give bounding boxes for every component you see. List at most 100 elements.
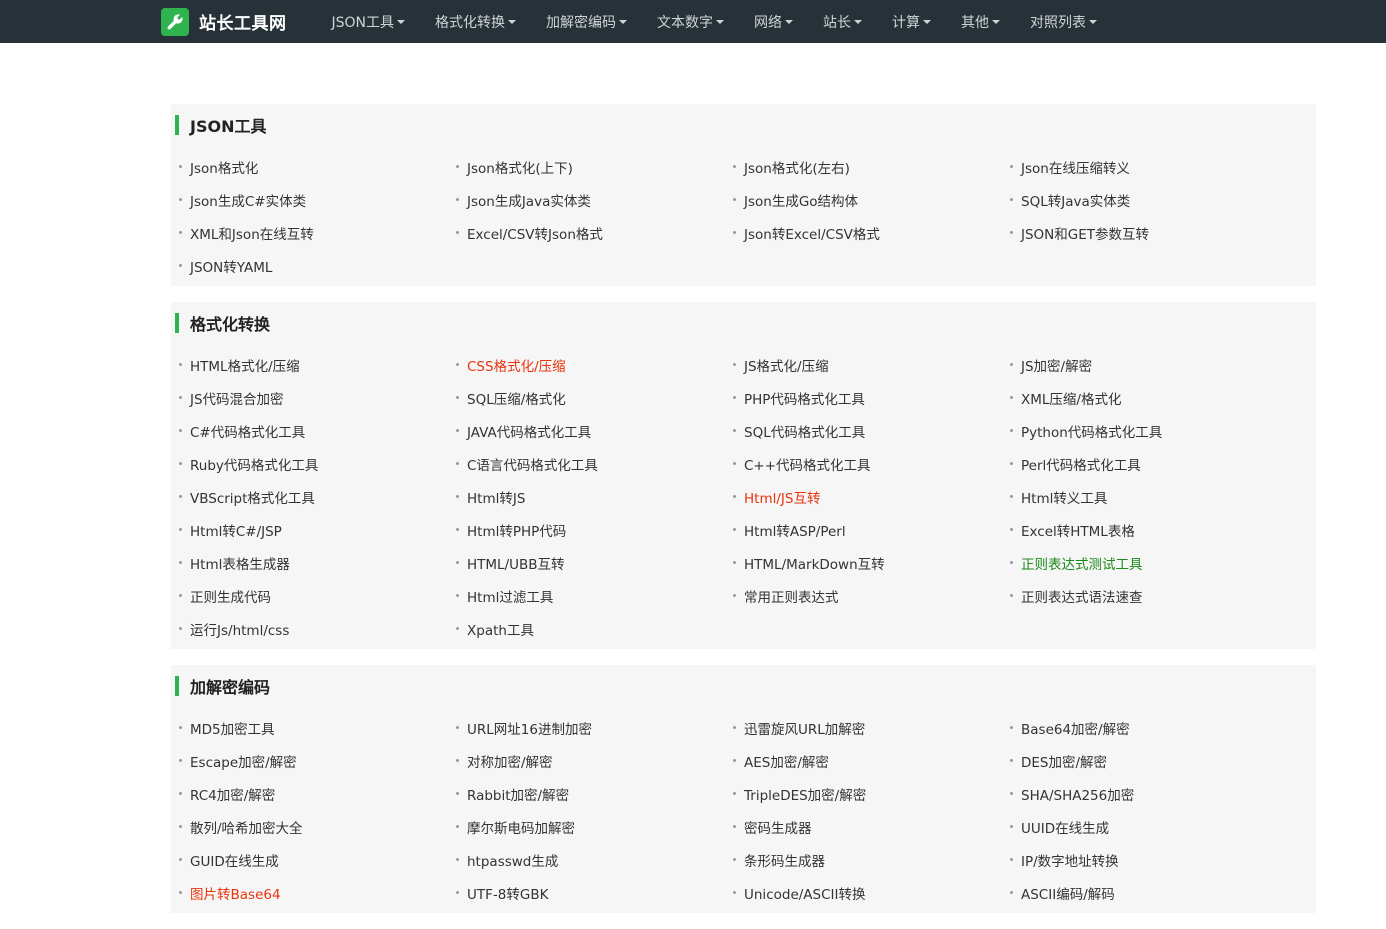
nav-item-5[interactable]: 站长 [808,0,877,43]
tool-link[interactable]: XML压缩/格式化 [1010,381,1287,414]
tool-link[interactable]: CSS格式化/压缩 [456,348,733,381]
tool-link[interactable]: Html过滤工具 [456,579,733,612]
tool-link[interactable]: URL网址16进制加密 [456,711,733,744]
tool-link[interactable]: Json生成C#实体类 [179,183,456,216]
tool-link-label: Python代码格式化工具 [1021,424,1163,441]
tool-link[interactable]: GUID在线生成 [179,843,456,876]
tool-link-label: 常用正则表达式 [744,589,839,606]
nav-item-0[interactable]: JSON工具 [317,0,421,43]
tool-link[interactable]: Html转C#/JSP [179,513,456,546]
tool-link[interactable]: Unicode/ASCII转换 [733,876,1010,909]
tool-link[interactable]: HTML/UBB互转 [456,546,733,579]
tool-link[interactable]: Html/JS互转 [733,480,1010,513]
tool-link[interactable]: SQL代码格式化工具 [733,414,1010,447]
tool-link[interactable]: Excel转HTML表格 [1010,513,1287,546]
tool-link-label: UTF-8转GBK [467,886,549,903]
tool-link[interactable]: Json格式化 [179,150,456,183]
nav-item-label: 其他 [961,14,990,31]
nav-item-3[interactable]: 文本数字 [642,0,739,43]
tool-link[interactable]: VBScript格式化工具 [179,480,456,513]
tool-link[interactable]: IP/数字地址转换 [1010,843,1287,876]
tool-link[interactable]: XML和Json在线互转 [179,216,456,249]
caret-down-icon [716,19,725,24]
bullet-dot-icon [1010,429,1013,432]
tool-link[interactable]: Json转Excel/CSV格式 [733,216,1010,249]
tool-link[interactable]: 图片转Base64 [179,876,456,909]
tool-link[interactable]: 正则表达式测试工具 [1010,546,1287,579]
tool-sections: JSON工具 Json格式化 Json格式化(上下) Json格式化(左右) Json在… [171,104,1316,929]
tool-link[interactable]: Base64加密/解密 [1010,711,1287,744]
nav-item-6[interactable]: 计算 [877,0,946,43]
tool-link[interactable]: MD5加密工具 [179,711,456,744]
tool-link[interactable]: TripleDES加密/解密 [733,777,1010,810]
tool-link[interactable]: JAVA代码格式化工具 [456,414,733,447]
tool-link[interactable]: 散列/哈希加密大全 [179,810,456,843]
tool-link[interactable]: Html转PHP代码 [456,513,733,546]
bullet-dot-icon [733,396,736,399]
tool-link[interactable]: Json生成Java实体类 [456,183,733,216]
tool-link-label: HTML/MarkDown互转 [744,556,885,573]
tool-link[interactable]: C语言代码格式化工具 [456,447,733,480]
tool-link[interactable]: Rabbit加密/解密 [456,777,733,810]
caret-down-icon [992,19,1001,24]
tool-link[interactable]: HTML格式化/压缩 [179,348,456,381]
tool-link[interactable]: JS格式化/压缩 [733,348,1010,381]
nav-item-2[interactable]: 加解密编码 [531,0,642,43]
tool-link-label: Json生成C#实体类 [190,193,307,210]
tool-link[interactable]: Xpath工具 [456,612,733,645]
tool-link-label: Excel转HTML表格 [1021,523,1135,540]
tool-link[interactable]: RC4加密/解密 [179,777,456,810]
tool-link-label: C++代码格式化工具 [744,457,871,474]
tool-link[interactable]: SHA/SHA256加密 [1010,777,1287,810]
brand-name: 站长工具网 [199,14,287,34]
tool-link[interactable]: 正则表达式语法速查 [1010,579,1287,612]
tool-link-label: Json在线压缩转义 [1021,160,1130,177]
tool-link[interactable]: HTML/MarkDown互转 [733,546,1010,579]
nav-item-7[interactable]: 其他 [946,0,1015,43]
tool-link[interactable]: C#代码格式化工具 [179,414,456,447]
tool-link[interactable]: Html转义工具 [1010,480,1287,513]
tool-link[interactable]: Html表格生成器 [179,546,456,579]
bullet-dot-icon [456,858,459,861]
tool-link[interactable]: 密码生成器 [733,810,1010,843]
tool-link[interactable]: Perl代码格式化工具 [1010,447,1287,480]
nav-item-4[interactable]: 网络 [739,0,808,43]
tool-link[interactable]: JS代码混合加密 [179,381,456,414]
tool-link[interactable]: 运行Js/html/css [179,612,456,645]
tool-link[interactable]: AES加密/解密 [733,744,1010,777]
tool-link[interactable]: UUID在线生成 [1010,810,1287,843]
tool-link[interactable]: JS加密/解密 [1010,348,1287,381]
tool-link[interactable]: JSON和GET参数互转 [1010,216,1287,249]
tool-link-label: 散列/哈希加密大全 [190,820,303,837]
brand-logo-link[interactable]: 站长工具网 [161,7,287,36]
bullet-dot-icon [733,858,736,861]
tool-link[interactable]: C++代码格式化工具 [733,447,1010,480]
tool-link[interactable]: Excel/CSV转Json格式 [456,216,733,249]
tool-link[interactable]: Json格式化(左右) [733,150,1010,183]
bullet-dot-icon [456,462,459,465]
tool-link[interactable]: ASCII编码/解码 [1010,876,1287,909]
tool-link[interactable]: PHP代码格式化工具 [733,381,1010,414]
tool-link[interactable]: Json生成Go结构体 [733,183,1010,216]
nav-item-8[interactable]: 对照列表 [1015,0,1112,43]
tool-link[interactable]: 常用正则表达式 [733,579,1010,612]
tool-link[interactable]: htpasswd生成 [456,843,733,876]
tool-link[interactable]: 正则生成代码 [179,579,456,612]
nav-item-1[interactable]: 格式化转换 [420,0,531,43]
tool-link[interactable]: SQL压缩/格式化 [456,381,733,414]
tool-link[interactable]: SQL转Java实体类 [1010,183,1287,216]
tool-link[interactable]: Python代码格式化工具 [1010,414,1287,447]
tool-link[interactable]: 条形码生成器 [733,843,1010,876]
tool-link[interactable]: Json格式化(上下) [456,150,733,183]
tool-link[interactable]: DES加密/解密 [1010,744,1287,777]
tool-link[interactable]: 迅雷旋风URL加解密 [733,711,1010,744]
tool-link[interactable]: 对称加密/解密 [456,744,733,777]
tool-link[interactable]: Html转ASP/Perl [733,513,1010,546]
tool-link[interactable]: Html转JS [456,480,733,513]
tool-link[interactable]: UTF-8转GBK [456,876,733,909]
tool-link[interactable]: JSON转YAML [179,249,456,282]
tool-link[interactable]: Ruby代码格式化工具 [179,447,456,480]
tool-link[interactable]: Json在线压缩转义 [1010,150,1287,183]
tool-link[interactable]: Escape加密/解密 [179,744,456,777]
tool-link[interactable]: 摩尔斯电码加解密 [456,810,733,843]
